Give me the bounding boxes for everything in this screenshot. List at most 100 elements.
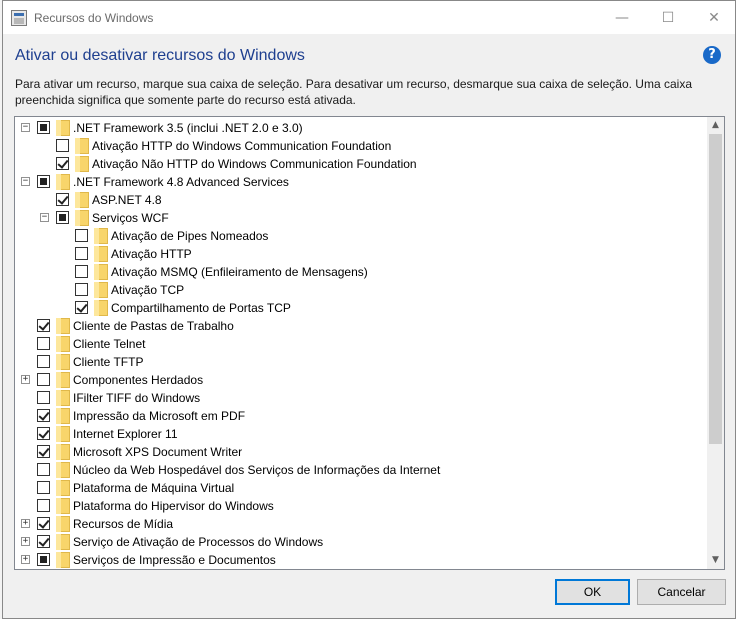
folder-icon: [94, 246, 108, 262]
scroll-thumb[interactable]: [709, 134, 722, 444]
feature-checkbox[interactable]: [56, 193, 69, 206]
tree-item[interactable]: Ativação HTTP: [15, 245, 705, 263]
tree-item[interactable]: Impressão da Microsoft em PDF: [15, 407, 705, 425]
tree-item[interactable]: − .NET Framework 3.5 (inclui .NET 2.0 e 3…: [15, 119, 705, 137]
tree-item[interactable]: Ativação MSMQ (Enfileiramento de Mensage…: [15, 263, 705, 281]
folder-icon: [94, 300, 108, 316]
feature-checkbox[interactable]: [75, 283, 88, 296]
tree-item[interactable]: − Serviços WCF: [15, 209, 705, 227]
title-bar: Recursos do Windows — ☐ ✕: [3, 1, 735, 34]
feature-label: Serviços de Impressão e Documentos: [73, 553, 276, 567]
expand-icon[interactable]: +: [21, 519, 30, 528]
collapse-icon[interactable]: −: [21, 123, 30, 132]
tree-item[interactable]: Núcleo da Web Hospedável dos Serviços de…: [15, 461, 705, 479]
tree-item[interactable]: Microsoft XPS Document Writer: [15, 443, 705, 461]
tree-item[interactable]: − .NET Framework 4.8 Advanced Services: [15, 173, 705, 191]
collapse-icon[interactable]: −: [40, 213, 49, 222]
features-tree[interactable]: − .NET Framework 3.5 (inclui .NET 2.0 e 3…: [14, 116, 725, 570]
tree-item[interactable]: + Serviços de Impressão e Documentos: [15, 551, 705, 569]
tree-item[interactable]: Cliente de Pastas de Trabalho: [15, 317, 705, 335]
feature-label: Plataforma do Hipervisor do Windows: [73, 499, 274, 513]
folder-icon: [75, 138, 89, 154]
feature-label: Ativação Não HTTP do Windows Communicati…: [92, 157, 417, 171]
tree-item[interactable]: ASP.NET 4.8: [15, 191, 705, 209]
tree-item[interactable]: IFilter TIFF do Windows: [15, 389, 705, 407]
feature-label: Internet Explorer 11: [73, 427, 178, 441]
maximize-button[interactable]: ☐: [645, 1, 691, 34]
folder-icon: [94, 264, 108, 280]
feature-checkbox[interactable]: [56, 211, 69, 224]
feature-label: Compartilhamento de Portas TCP: [111, 301, 291, 315]
feature-checkbox[interactable]: [37, 409, 50, 422]
feature-label: Cliente de Pastas de Trabalho: [73, 319, 234, 333]
feature-checkbox[interactable]: [37, 517, 50, 530]
tree-item[interactable]: Plataforma do Hipervisor do Windows: [15, 497, 705, 515]
window-title: Recursos do Windows: [34, 11, 154, 25]
feature-label: .NET Framework 4.8 Advanced Services: [73, 175, 289, 189]
feature-checkbox[interactable]: [75, 301, 88, 314]
feature-checkbox[interactable]: [37, 121, 50, 134]
feature-label: Cliente TFTP: [73, 355, 144, 369]
feature-label: Serviços WCF: [92, 211, 169, 225]
feature-label: ASP.NET 4.8: [92, 193, 162, 207]
tree-item[interactable]: Cliente TFTP: [15, 353, 705, 371]
folder-icon: [56, 426, 70, 442]
cancel-button[interactable]: Cancelar: [637, 579, 726, 605]
minimize-button[interactable]: —: [599, 1, 645, 34]
tree-item[interactable]: Internet Explorer 11: [15, 425, 705, 443]
feature-label: Impressão da Microsoft em PDF: [73, 409, 246, 423]
feature-checkbox[interactable]: [37, 427, 50, 440]
feature-checkbox[interactable]: [37, 355, 50, 368]
tree-item[interactable]: Ativação HTTP do Windows Communication F…: [15, 137, 705, 155]
folder-icon: [56, 480, 70, 496]
tree-item[interactable]: Ativação de Pipes Nomeados: [15, 227, 705, 245]
feature-checkbox[interactable]: [56, 139, 69, 152]
tree-item[interactable]: + Serviço de Ativação de Processos do Win…: [15, 533, 705, 551]
feature-checkbox[interactable]: [37, 319, 50, 332]
feature-checkbox[interactable]: [75, 265, 88, 278]
ok-button[interactable]: OK: [555, 579, 630, 605]
feature-checkbox[interactable]: [37, 499, 50, 512]
feature-checkbox[interactable]: [37, 337, 50, 350]
folder-icon: [56, 408, 70, 424]
feature-label: IFilter TIFF do Windows: [73, 391, 201, 405]
tree-item[interactable]: Plataforma de Máquina Virtual: [15, 479, 705, 497]
expand-icon[interactable]: +: [21, 537, 30, 546]
feature-label: Serviço de Ativação de Processos do Wind…: [73, 535, 324, 549]
feature-label: Ativação TCP: [111, 283, 185, 297]
help-icon[interactable]: ?: [703, 46, 721, 64]
expand-icon[interactable]: +: [21, 555, 30, 564]
tree-item[interactable]: + Componentes Herdados: [15, 371, 705, 389]
feature-checkbox[interactable]: [37, 481, 50, 494]
tree-item[interactable]: Ativação Não HTTP do Windows Communicati…: [15, 155, 705, 173]
feature-checkbox[interactable]: [37, 175, 50, 188]
tree-item[interactable]: + Recursos de Mídia: [15, 515, 705, 533]
feature-checkbox[interactable]: [37, 463, 50, 476]
vertical-scrollbar[interactable]: ▲ ▼: [707, 117, 724, 569]
windows-features-dialog: Recursos do Windows — ☐ ✕ Ativar ou desa…: [2, 0, 736, 619]
feature-checkbox[interactable]: [75, 247, 88, 260]
folder-icon: [94, 228, 108, 244]
folder-icon: [94, 282, 108, 298]
tree-item[interactable]: Ativação TCP: [15, 281, 705, 299]
dialog-description: Para ativar um recurso, marque sua caixa…: [15, 77, 692, 107]
scroll-up-arrow-icon[interactable]: ▲: [707, 117, 724, 134]
collapse-icon[interactable]: −: [21, 177, 30, 186]
feature-label: Núcleo da Web Hospedável dos Serviços de…: [73, 463, 441, 477]
feature-checkbox[interactable]: [37, 553, 50, 566]
feature-label: Ativação de Pipes Nomeados: [111, 229, 269, 243]
feature-label: Recursos de Mídia: [73, 517, 174, 531]
folder-icon: [56, 516, 70, 532]
tree-item[interactable]: Compartilhamento de Portas TCP: [15, 299, 705, 317]
expand-icon[interactable]: +: [21, 375, 30, 384]
folder-icon: [56, 354, 70, 370]
tree-item[interactable]: Cliente Telnet: [15, 335, 705, 353]
feature-checkbox[interactable]: [37, 391, 50, 404]
feature-checkbox[interactable]: [56, 157, 69, 170]
feature-checkbox[interactable]: [37, 373, 50, 386]
feature-checkbox[interactable]: [37, 445, 50, 458]
feature-checkbox[interactable]: [37, 535, 50, 548]
close-button[interactable]: ✕: [691, 1, 737, 34]
feature-checkbox[interactable]: [75, 229, 88, 242]
scroll-down-arrow-icon[interactable]: ▼: [707, 552, 724, 569]
